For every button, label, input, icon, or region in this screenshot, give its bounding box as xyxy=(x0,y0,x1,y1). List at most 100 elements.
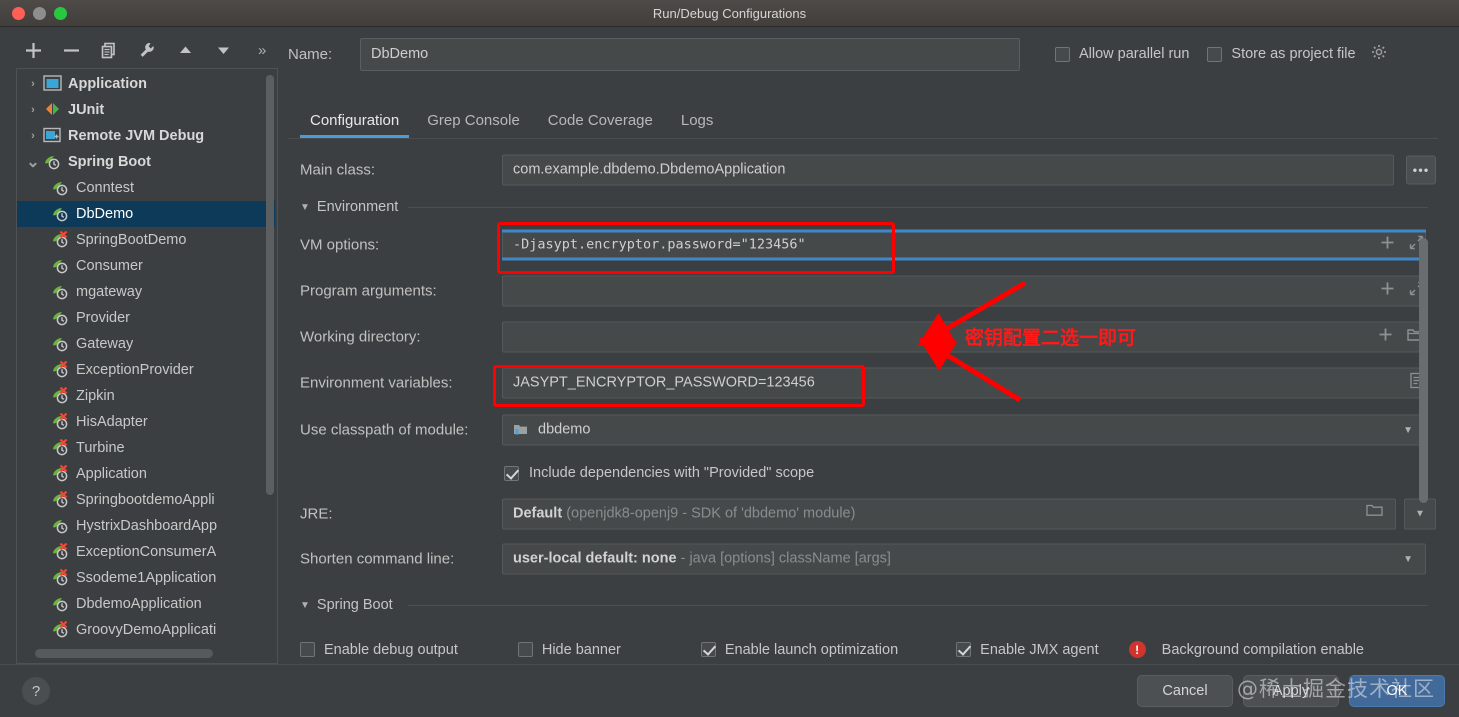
bottom-divider xyxy=(0,664,1459,665)
chevron-down-icon[interactable]: ▼ xyxy=(1403,545,1413,574)
tab-grep-console[interactable]: Grep Console xyxy=(413,106,534,136)
store-as-project-file-option[interactable]: Store as project file xyxy=(1207,44,1386,64)
program-arguments-input[interactable] xyxy=(502,275,1426,307)
main-class-browse-button[interactable]: ••• xyxy=(1406,155,1436,185)
help-button[interactable]: ? xyxy=(22,677,50,705)
shorten-command-line-combo[interactable]: user-local default: none - java [options… xyxy=(502,543,1426,575)
jre-dropdown-button[interactable]: ▼ xyxy=(1404,498,1436,530)
checkbox[interactable] xyxy=(700,642,716,657)
tree-item-application[interactable]: › Application xyxy=(17,71,275,97)
tree-item-application[interactable]: Application xyxy=(17,461,275,487)
arrow-down-icon[interactable] xyxy=(204,35,242,65)
main-class-label: Main class: xyxy=(300,161,376,179)
checkbox[interactable] xyxy=(300,642,315,657)
sidebar-vertical-scrollbar[interactable] xyxy=(266,75,274,495)
gear-icon[interactable] xyxy=(1371,44,1387,64)
main-class-row: Main class: com.example.dbdemo.DbdemoApp… xyxy=(288,148,1438,192)
chevron-right-icon[interactable]: › xyxy=(23,130,43,142)
chevron-right-icon[interactable]: › xyxy=(23,104,43,116)
tree-item-junit[interactable]: › JUnit xyxy=(17,97,275,123)
spring-boot-option-enable-debug-output[interactable]: Enable debug output xyxy=(300,642,458,658)
name-input[interactable]: DbDemo xyxy=(360,38,1020,71)
form-vertical-scrollbar[interactable] xyxy=(1419,238,1428,503)
tree-item-turbine[interactable]: Turbine xyxy=(17,435,275,461)
tab-code-coverage[interactable]: Code Coverage xyxy=(534,106,667,136)
name-label: Name: xyxy=(288,46,333,63)
add-icon[interactable] xyxy=(1380,235,1395,255)
plus-icon[interactable] xyxy=(14,35,52,65)
jre-value-detail: (openjdk8-openj9 - SDK of 'dbdemo' modul… xyxy=(566,505,856,522)
vm-options-input[interactable]: -Djasypt.encryptor.password="123456" xyxy=(502,229,1426,261)
tree-item-consumer[interactable]: Consumer xyxy=(17,253,275,279)
module-icon xyxy=(513,419,528,445)
minus-icon[interactable] xyxy=(52,35,90,65)
tree-item-remote-jvm-debug[interactable]: › Remote JVM Debug xyxy=(17,123,275,149)
working-directory-input[interactable] xyxy=(502,321,1426,353)
sidebar-horizontal-scrollbar[interactable] xyxy=(35,649,213,658)
annotation-note: 密钥配置二选一即可 xyxy=(965,327,1137,349)
spring-boot-section-header[interactable]: ▼ Spring Boot xyxy=(288,590,1438,620)
tree-item-dbdemoapplication[interactable]: DbdemoApplication xyxy=(17,591,275,617)
chevron-right-icon[interactable]: › xyxy=(23,78,43,90)
tree-item-ssodeme1application[interactable]: Ssodeme1Application xyxy=(17,565,275,591)
use-classpath-combo[interactable]: dbdemo ▼ xyxy=(502,414,1426,446)
title-bar: Run/Debug Configurations xyxy=(0,0,1459,27)
store-as-project-file-checkbox[interactable] xyxy=(1207,46,1223,62)
allow-parallel-run-option[interactable]: Allow parallel run xyxy=(1055,46,1189,62)
shorten-command-line-detail: - java [options] className [args] xyxy=(680,550,891,567)
spring-boot-option-background-compilation-enable[interactable]: ! Background compilation enable xyxy=(1128,641,1364,658)
arrow-up-icon[interactable] xyxy=(166,35,204,65)
section-rule xyxy=(408,207,1428,208)
tree-item-spring-boot[interactable]: ⌄ Spring Boot xyxy=(17,149,275,175)
spring-boot-icon xyxy=(43,153,65,171)
tree-item-conntest[interactable]: Conntest xyxy=(17,175,275,201)
tree-item-dbdemo[interactable]: DbDemo xyxy=(17,201,275,227)
add-icon[interactable] xyxy=(1380,281,1395,301)
environment-section-header[interactable]: ▼ Environment xyxy=(288,192,1438,222)
jre-combo[interactable]: Default (openjdk8-openj9 - SDK of 'dbdem… xyxy=(502,498,1396,530)
spring-boot-icon xyxy=(51,257,73,275)
tree-item-springbootdemo[interactable]: SpringBootDemo xyxy=(17,227,275,253)
tree-item-label: Zipkin xyxy=(76,388,115,404)
configurations-tree[interactable]: › Application › JUnit › Remote JVM Debug ⌄ Spri… xyxy=(16,68,278,664)
program-arguments-label: Program arguments: xyxy=(300,282,437,300)
copy-icon[interactable] xyxy=(90,35,128,65)
toolbar-overflow-icon[interactable]: » xyxy=(258,42,266,59)
tree-item-mgateway[interactable]: mgateway xyxy=(17,279,275,305)
spring-boot-option-enable-jmx-agent[interactable]: Enable JMX agent xyxy=(956,642,1099,658)
tree-item-hisadapter[interactable]: HisAdapter xyxy=(17,409,275,435)
include-provided-option[interactable]: Include dependencies with "Provided" sco… xyxy=(504,465,814,481)
chevron-down-icon[interactable]: ▼ xyxy=(1403,416,1413,445)
tree-item-groovydemoapplicati[interactable]: GroovyDemoApplicati xyxy=(17,617,275,643)
spring-boot-options: Enable debug output Hide banner Enable lau… xyxy=(300,641,1364,658)
chevron-down-icon[interactable]: ⌄ xyxy=(23,152,43,172)
cancel-button[interactable]: Cancel xyxy=(1137,675,1233,707)
include-provided-checkbox[interactable] xyxy=(504,465,519,481)
allow-parallel-run-checkbox[interactable] xyxy=(1055,46,1070,62)
checkbox[interactable] xyxy=(956,642,972,657)
tree-item-hystrixdashboardapp[interactable]: HystrixDashboardApp xyxy=(17,513,275,539)
environment-variables-input[interactable]: JASYPT_ENCRYPTOR_PASSWORD=123456 xyxy=(502,367,1426,399)
tree-item-springbootdemoappli[interactable]: SpringbootdemoAppli xyxy=(17,487,275,513)
wrench-icon[interactable] xyxy=(128,35,166,65)
main-class-input[interactable]: com.example.dbdemo.DbdemoApplication xyxy=(502,154,1394,186)
tree-item-exceptionprovider[interactable]: ExceptionProvider xyxy=(17,357,275,383)
tree-item-label: Conntest xyxy=(76,180,135,196)
checkbox[interactable] xyxy=(517,642,533,657)
environment-section-label: Environment xyxy=(316,199,399,215)
spring-boot-option-label: Enable JMX agent xyxy=(980,641,1099,658)
folder-icon[interactable] xyxy=(1366,500,1383,529)
tree-item-provider[interactable]: Provider xyxy=(17,305,275,331)
include-provided-label: Include dependencies with "Provided" sco… xyxy=(529,465,815,481)
shorten-command-line-label: Shorten command line: xyxy=(300,550,455,568)
tree-item-gateway[interactable]: Gateway xyxy=(17,331,275,357)
error-icon: ! xyxy=(1128,641,1146,658)
add-icon[interactable] xyxy=(1378,327,1393,347)
tree-item-zipkin[interactable]: Zipkin xyxy=(17,383,275,409)
tab-configuration[interactable]: Configuration xyxy=(296,106,413,138)
spring-boot-option-enable-launch-optimization[interactable]: Enable launch optimization xyxy=(700,642,898,658)
spring-boot-option-hide-banner[interactable]: Hide banner xyxy=(517,642,621,658)
tree-item-label: HisAdapter xyxy=(76,414,148,430)
tree-item-exceptionconsumera[interactable]: ExceptionConsumerA xyxy=(17,539,275,565)
tab-logs[interactable]: Logs xyxy=(667,106,728,136)
